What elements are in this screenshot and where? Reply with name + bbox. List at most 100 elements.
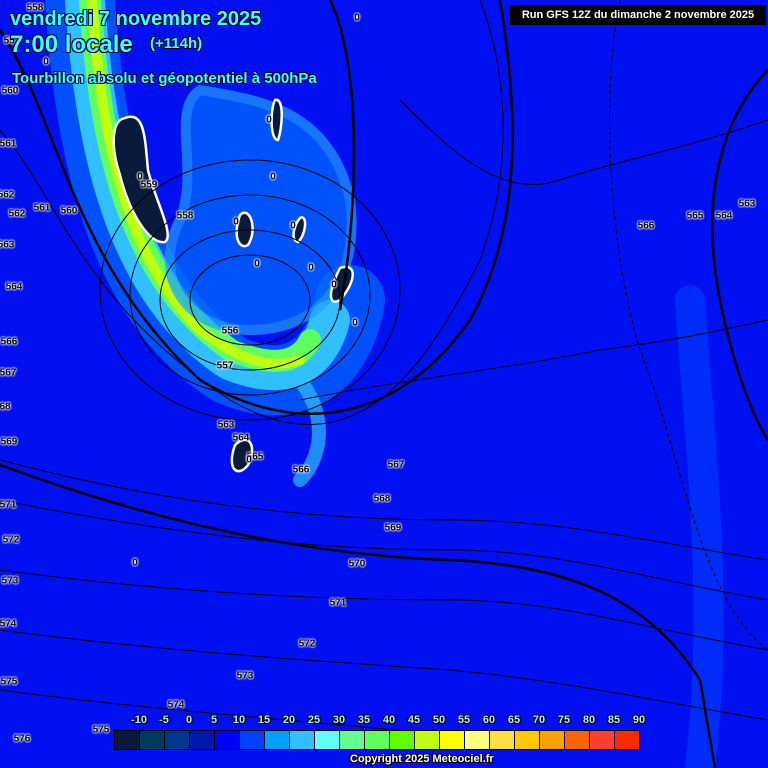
legend-swatch — [215, 731, 240, 749]
contour-label: 562 — [0, 189, 15, 201]
legend-swatch — [165, 731, 190, 749]
contour-label: 560 — [1, 85, 19, 97]
vorticity-map: 558 557 560 561 562 562 561 560 563 564 566 567 68 56… — [0, 0, 768, 768]
contour-label: 565 — [686, 210, 704, 222]
contour-label: 573 — [1, 575, 19, 587]
legend-swatch — [190, 731, 215, 749]
legend-tick: 70 — [532, 714, 546, 726]
legend-tick: 55 — [457, 714, 471, 726]
contour-label: 571 — [0, 499, 17, 511]
legend-swatch — [415, 731, 440, 749]
contour-label: 566 — [292, 464, 310, 476]
contour-label: 567 — [387, 459, 405, 471]
vorticity-zero-label: 0 — [254, 258, 260, 270]
legend-tick: -5 — [159, 714, 169, 726]
contour-label: 564 — [5, 281, 23, 293]
legend-swatch — [115, 731, 140, 749]
contour-label: 566 — [637, 220, 655, 232]
vorticity-zero-label: 0 — [331, 279, 337, 291]
contour-label: 568 — [373, 493, 391, 505]
legend-swatch — [340, 731, 365, 749]
legend-tick: 30 — [332, 714, 346, 726]
legend-swatch — [390, 731, 415, 749]
legend-tick: 15 — [257, 714, 271, 726]
contour-label: 560 — [60, 205, 78, 217]
legend-tick: 10 — [232, 714, 246, 726]
field-title: Tourbillon absolu et géopotentiel à 500h… — [12, 70, 317, 87]
vorticity-field — [0, 0, 768, 768]
contour-label: 563 — [0, 239, 15, 251]
copyright: Copyright 2025 Meteociel.fr — [350, 753, 494, 765]
vorticity-zero-label: 0 — [352, 317, 358, 329]
legend-tick: 5 — [210, 714, 218, 726]
contour-label: 572 — [298, 638, 316, 650]
legend-tick: 50 — [432, 714, 446, 726]
legend-tick: 40 — [382, 714, 396, 726]
legend-tick: 65 — [507, 714, 521, 726]
legend-swatch — [565, 731, 590, 749]
legend-tick: 25 — [307, 714, 321, 726]
legend-tick: 0 — [185, 714, 193, 726]
legend-tick: 80 — [582, 714, 596, 726]
contour-label: 567 — [0, 367, 17, 379]
legend-swatch — [290, 731, 315, 749]
contour-label: 562 — [8, 208, 26, 220]
legend-tick: 90 — [632, 714, 646, 726]
contour-label: 561 — [33, 202, 51, 214]
vorticity-zero-label: 0 — [137, 171, 143, 183]
contour-label: 575 — [92, 724, 110, 736]
legend-swatch — [265, 731, 290, 749]
contour-label: 572 — [2, 534, 20, 546]
legend-swatch — [540, 731, 565, 749]
legend-swatch — [590, 731, 615, 749]
legend-tick: -10 — [131, 714, 147, 726]
legend-tick: 35 — [357, 714, 371, 726]
forecast-time: 7:00 locale — [10, 31, 133, 58]
legend-tick: 20 — [282, 714, 296, 726]
legend-tick: 45 — [407, 714, 421, 726]
lead-time: (+114h) — [150, 35, 203, 52]
contour-label: 563 — [217, 419, 235, 431]
color-legend — [114, 730, 640, 750]
legend-tick: 60 — [482, 714, 496, 726]
forecast-date: vendredi 7 novembre 2025 — [10, 8, 262, 30]
contour-label: 561 — [0, 138, 17, 150]
contour-label: 566 — [0, 336, 18, 348]
contour-label: 573 — [236, 670, 254, 682]
contour-label: 569 — [0, 436, 18, 448]
legend-swatch — [365, 731, 390, 749]
vorticity-zero-label: 0 — [308, 262, 314, 274]
legend-swatch — [515, 731, 540, 749]
vorticity-zero-label: 0 — [290, 220, 296, 232]
contour-label: 576 — [13, 733, 31, 745]
vorticity-zero-label: 0 — [246, 454, 252, 466]
contour-label: 557 — [216, 360, 234, 372]
legend-tick: 75 — [557, 714, 571, 726]
vorticity-zero-label: 0 — [270, 171, 276, 183]
contour-label: 563 — [738, 198, 756, 210]
contour-label: 569 — [384, 522, 402, 534]
legend-swatch — [490, 731, 515, 749]
legend-swatch — [315, 731, 340, 749]
vorticity-zero-label: 0 — [354, 12, 360, 24]
legend-ticks: -10 -5 0 5 10 15 20 25 30 35 40 45 50 55 60 65 70 75 80 85 9… — [114, 714, 654, 728]
contour-label: 570 — [348, 558, 366, 570]
legend-swatch — [465, 731, 490, 749]
contour-label: 556 — [221, 325, 239, 337]
legend-swatch — [440, 731, 465, 749]
legend-tick: 85 — [607, 714, 621, 726]
legend-swatch — [240, 731, 265, 749]
contour-label: 564 — [232, 432, 250, 444]
contour-label: 564 — [715, 210, 733, 222]
contour-label: 575 — [0, 676, 18, 688]
contour-label: 68 — [0, 401, 11, 413]
run-banner: Run GFS 12Z du dimanche 2 novembre 2025 — [510, 5, 766, 25]
vorticity-zero-label: 0 — [233, 216, 239, 228]
contour-label: 574 — [167, 699, 185, 711]
vorticity-zero-label: 0 — [132, 557, 138, 569]
contour-label: 558 — [176, 210, 194, 222]
contour-label: 574 — [0, 618, 17, 630]
vorticity-zero-label: 0 — [266, 114, 272, 126]
legend-swatch — [140, 731, 165, 749]
legend-swatch — [615, 731, 639, 749]
